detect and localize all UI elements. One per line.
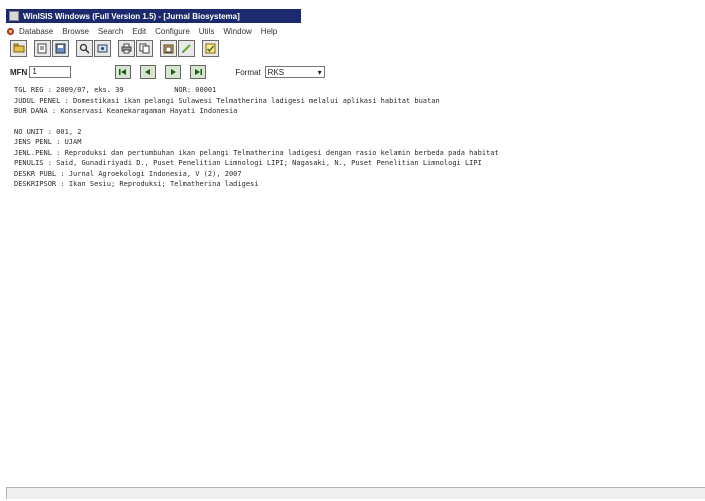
main-toolbar — [10, 38, 220, 58]
format-value: RKS — [267, 67, 285, 77]
record-line: TGL REG : 2009/07, eks. 39 NOR: 00001 — [14, 86, 217, 94]
open-icon[interactable] — [34, 39, 51, 57]
app-icon — [9, 11, 19, 21]
save-icon[interactable] — [52, 39, 69, 57]
status-bar — [6, 487, 705, 499]
format-select[interactable]: RKS ▾ — [264, 66, 325, 78]
chevron-down-icon: ▾ — [317, 67, 322, 77]
menu-search[interactable]: Search — [98, 27, 123, 36]
record-line: DESKR PUBL : Jurnal Agroekologi Indonesi… — [14, 169, 242, 178]
record-line: JENS PENL : UJAM — [14, 138, 82, 146]
record-navigation: MFN 1 Format RKS ▾ — [10, 64, 700, 80]
app-logo-icon — [6, 27, 15, 35]
record-line: DESKRIPSOR : Ikan Sesiu; Reproduksi; Tel… — [14, 180, 259, 188]
menu-browse[interactable]: Browse — [62, 27, 89, 36]
mfn-label: MFN — [10, 67, 28, 77]
record-line: PENULIS : Said, Gunadiriyadi D., Puset P… — [14, 159, 482, 167]
mfn-input[interactable]: 1 — [29, 66, 72, 78]
last-record-button[interactable] — [190, 65, 207, 79]
display-icon[interactable] — [202, 39, 219, 57]
format-label: Format — [235, 67, 261, 77]
window-titlebar: WinISIS Windows (Full Version 1.5) - [Ju… — [6, 9, 301, 23]
menu-configure[interactable]: Configure — [155, 27, 190, 36]
menu-help[interactable]: Help — [261, 27, 277, 36]
open-db-icon[interactable] — [10, 39, 27, 57]
record-line: JUDUL PENEL : Domestikasi ikan pelangi S… — [14, 96, 440, 105]
copy-icon[interactable] — [136, 39, 153, 57]
menu-bar: Database Browse Search Edit Configure Ut… — [6, 25, 705, 37]
menu-edit[interactable]: Edit — [132, 27, 146, 36]
menu-window[interactable]: Window — [223, 27, 251, 36]
record-line: NO UNIT : 001, 2 — [14, 127, 82, 136]
search-guided-icon[interactable] — [94, 39, 111, 57]
print-icon[interactable] — [118, 39, 135, 57]
menu-database[interactable]: Database — [19, 27, 53, 36]
edit-icon[interactable] — [178, 39, 195, 57]
search-icon[interactable] — [76, 39, 93, 57]
previous-record-button[interactable] — [140, 65, 157, 79]
next-record-button[interactable] — [165, 65, 182, 79]
paste-icon[interactable] — [160, 39, 177, 57]
first-record-button[interactable] — [115, 65, 132, 79]
record-line: BUR DANA : Konservasi Keanekaragaman Hay… — [14, 107, 238, 115]
menu-utils[interactable]: Utils — [199, 27, 215, 36]
window-title: WinISIS Windows (Full Version 1.5) - [Ju… — [23, 11, 240, 21]
record-display: TGL REG : 2009/07, eks. 39 NOR: 00001 JU… — [14, 85, 704, 190]
record-line: JENL.PENL : Reproduksi dan pertumbuhan i… — [14, 148, 499, 157]
